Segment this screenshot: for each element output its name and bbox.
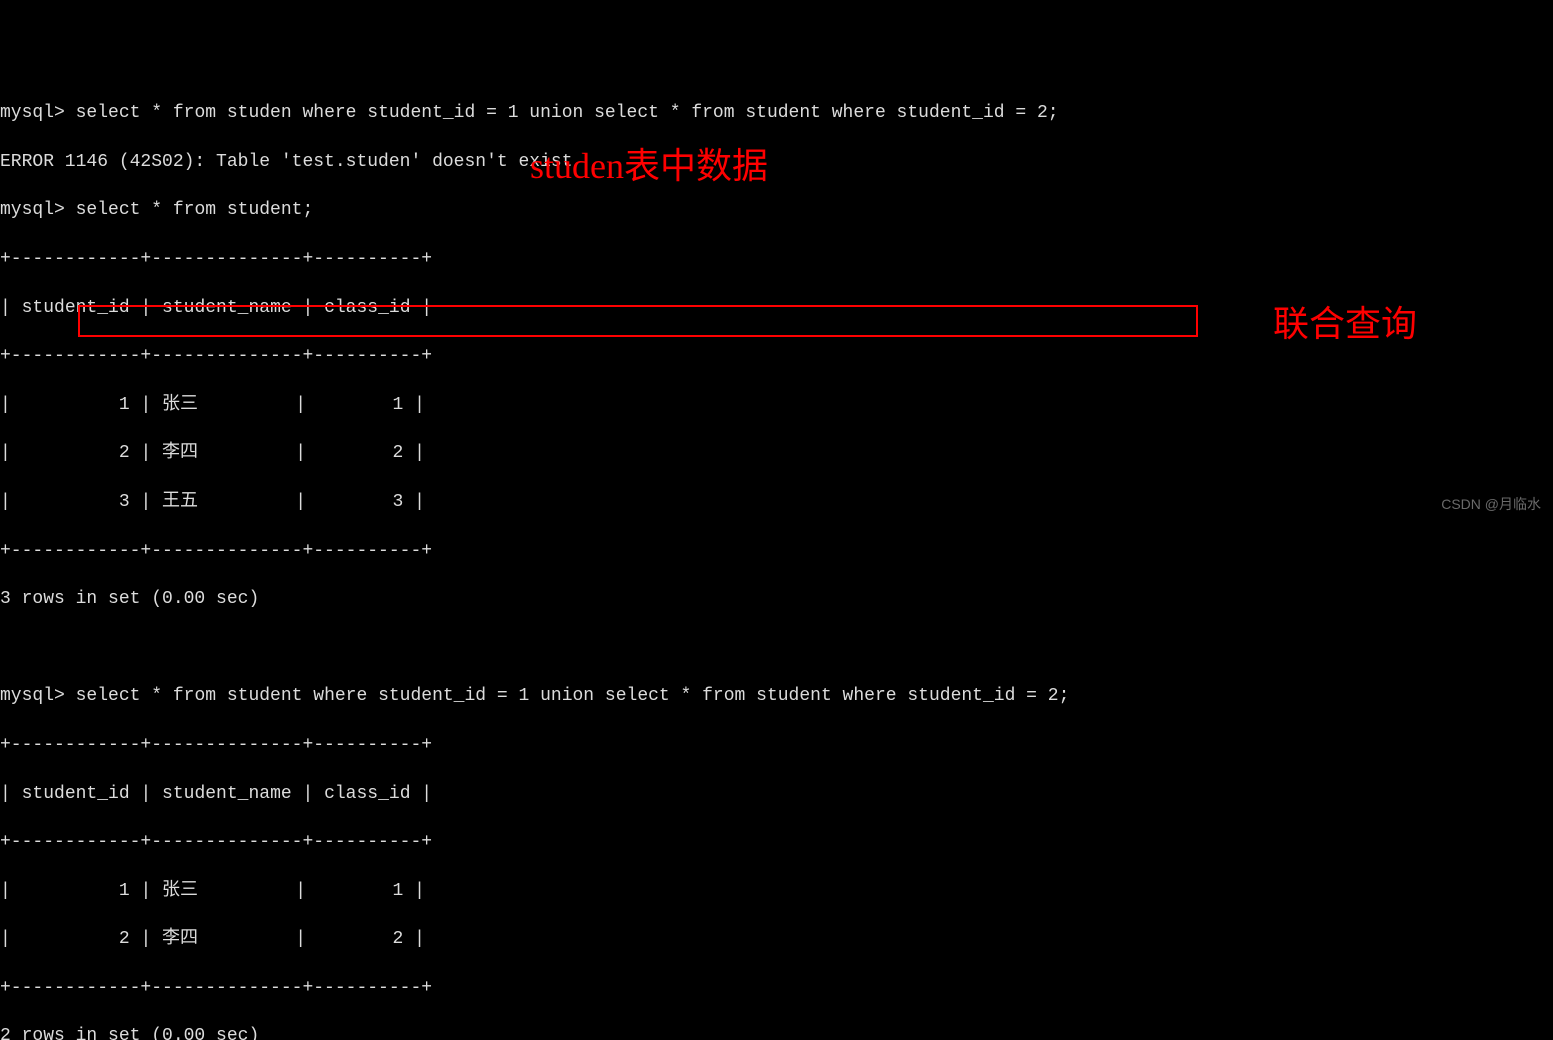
error-line: ERROR 1146 (42S02): Table 'test.studen' … — [0, 150, 1553, 174]
table-row: | 3 | 王五 | 3 | — [0, 490, 1553, 514]
annotation-label: studen表中数据 — [530, 142, 768, 191]
blank-line — [0, 636, 1553, 660]
sql-query: select * from student; — [76, 200, 314, 220]
table-row: | 1 | 张三 | 1 | — [0, 393, 1553, 417]
terminal-line[interactable]: mysql> select * from student where stude… — [0, 684, 1553, 708]
annotation-label: 联合查询 — [1273, 300, 1417, 349]
table-border: +------------+--------------+----------+ — [0, 830, 1553, 854]
table-row: | 2 | 李四 | 2 | — [0, 927, 1553, 951]
table-border: +------------+--------------+----------+ — [0, 733, 1553, 757]
mysql-prompt: mysql> — [0, 686, 65, 706]
result-footer: 2 rows in set (0.00 sec) — [0, 1024, 1553, 1040]
sql-query: select * from studen where student_id = … — [76, 103, 1059, 123]
result-footer: 3 rows in set (0.00 sec) — [0, 587, 1553, 611]
mysql-prompt: mysql> — [0, 103, 65, 123]
terminal-line[interactable]: mysql> select * from student; — [0, 198, 1553, 222]
watermark: CSDN @月临水 — [1441, 495, 1541, 514]
terminal-line[interactable]: mysql> select * from studen where studen… — [0, 101, 1553, 125]
table-border: +------------+--------------+----------+ — [0, 539, 1553, 563]
table-border: +------------+--------------+----------+ — [0, 976, 1553, 1000]
table-border: +------------+--------------+----------+ — [0, 247, 1553, 271]
sql-query: select * from student where student_id =… — [76, 686, 1070, 706]
table-row: | 1 | 张三 | 1 | — [0, 879, 1553, 903]
mysql-prompt: mysql> — [0, 200, 65, 220]
table-row: | 2 | 李四 | 2 | — [0, 441, 1553, 465]
table-header: | student_id | student_name | class_id | — [0, 782, 1553, 806]
